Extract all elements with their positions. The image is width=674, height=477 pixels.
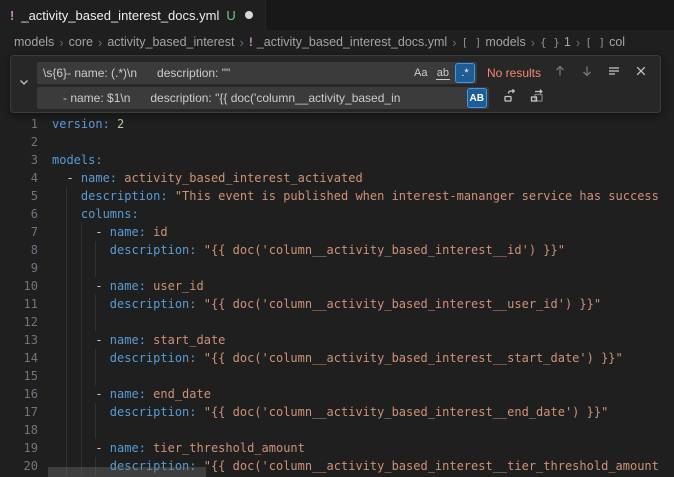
code-line[interactable]: 18 (0, 421, 674, 439)
line-number[interactable]: 13 (0, 331, 38, 349)
code-line[interactable]: 1version: 2 (0, 115, 674, 133)
breadcrumb-item[interactable]: core (69, 35, 93, 49)
breadcrumb-separator-icon: › (576, 35, 580, 50)
breadcrumb-separator-icon: › (452, 35, 456, 50)
breadcrumb-item[interactable]: [ ]models (462, 35, 526, 49)
code-line[interactable]: 13 - name: start_date (0, 331, 674, 349)
breadcrumb-separator-icon: › (98, 35, 102, 50)
code-line[interactable]: 4 - name: activity_based_interest_activa… (0, 169, 674, 187)
code-lines: 1version: 223models:4 - name: activity_b… (0, 115, 674, 475)
replace-button[interactable] (501, 89, 519, 107)
breadcrumb-item[interactable]: models (14, 35, 54, 49)
find-input-value: \s{6}- name: (.*)\n description: "" (43, 66, 407, 80)
breadcrumb-item[interactable]: activity_based_interest (107, 35, 234, 49)
code-line[interactable]: 12 (0, 313, 674, 331)
line-number[interactable]: 8 (0, 241, 38, 259)
arrow-down-icon (579, 63, 595, 84)
toggle-replace-button[interactable] (11, 56, 37, 112)
line-number[interactable]: 19 (0, 439, 38, 457)
replace-all-icon (529, 88, 545, 109)
match-case-button[interactable]: Aa (411, 63, 431, 83)
code-line[interactable]: 9 (0, 259, 674, 277)
symbol-array-icon: [ ] (585, 36, 605, 49)
yaml-file-icon: ! (10, 8, 14, 23)
breadcrumb: models › core › activity_based_interest › !_ac… (0, 30, 674, 54)
modified-dot-icon[interactable] (245, 11, 253, 19)
code-line[interactable]: 8 description: "{{ doc('column__activity… (0, 241, 674, 259)
close-icon (633, 63, 649, 84)
find-results-label: No results (487, 66, 541, 80)
breadcrumb-item[interactable]: [ ]col (585, 35, 625, 49)
replace-icon (502, 88, 518, 109)
arrow-up-icon (552, 63, 568, 84)
line-number[interactable]: 14 (0, 349, 38, 367)
line-number[interactable]: 7 (0, 223, 38, 241)
code-line[interactable]: 7 - name: id (0, 223, 674, 241)
find-next-button[interactable] (578, 64, 596, 82)
replace-all-button[interactable] (528, 89, 546, 107)
breadcrumb-item[interactable]: !_activity_based_interest_docs.yml (249, 35, 447, 49)
code-line[interactable]: 10 - name: user_id (0, 277, 674, 295)
editor: 1version: 223models:4 - name: activity_b… (0, 54, 674, 477)
line-number[interactable]: 11 (0, 295, 38, 313)
code-line[interactable]: 15 (0, 367, 674, 385)
code-line[interactable]: 19 - name: tier_threshold_amount (0, 439, 674, 457)
close-find-button[interactable] (632, 64, 650, 82)
code-line[interactable]: 14 description: "{{ doc('column__activit… (0, 349, 674, 367)
breadcrumb-separator-icon: › (531, 35, 535, 50)
replace-input[interactable]: - name: $1\n description: "{{ doc('colum… (37, 87, 489, 109)
tab-bar: ! _activity_based_interest_docs.yml U (0, 0, 674, 30)
line-number[interactable]: 9 (0, 259, 38, 277)
breadcrumb-item[interactable]: { }1 (540, 35, 571, 49)
chevron-down-icon (16, 74, 32, 95)
line-number[interactable]: 2 (0, 133, 38, 151)
tab-active[interactable]: ! _activity_based_interest_docs.yml U (0, 0, 266, 30)
line-number[interactable]: 5 (0, 187, 38, 205)
code-line[interactable]: 5 description: "This event is published … (0, 187, 674, 205)
selection-lines-icon (606, 63, 622, 84)
code-line[interactable]: 16 - name: end_date (0, 385, 674, 403)
line-number[interactable]: 4 (0, 169, 38, 187)
find-input[interactable]: \s{6}- name: (.*)\n description: "" Aa a… (37, 62, 477, 84)
line-number[interactable]: 12 (0, 313, 38, 331)
code-line[interactable]: 11 description: "{{ doc('column__activit… (0, 295, 674, 313)
whole-word-button[interactable]: ab (433, 63, 453, 83)
symbol-array-icon: [ ] (462, 36, 482, 49)
preserve-case-button[interactable]: AB (467, 88, 487, 108)
git-status-badge: U (226, 8, 235, 23)
code-line[interactable]: 17 description: "{{ doc('column__activit… (0, 403, 674, 421)
tab-title: _activity_based_interest_docs.yml (21, 8, 219, 23)
line-number[interactable]: 3 (0, 151, 38, 169)
line-number[interactable]: 6 (0, 205, 38, 223)
code-line[interactable]: 2 (0, 133, 674, 151)
line-number[interactable]: 15 (0, 367, 38, 385)
code-line[interactable]: 6 columns: (0, 205, 674, 223)
line-number[interactable]: 16 (0, 385, 38, 403)
breadcrumb-separator-icon: › (59, 35, 63, 50)
line-number[interactable]: 1 (0, 115, 38, 133)
find-widget: \s{6}- name: (.*)\n description: "" Aa a… (10, 55, 661, 113)
symbol-object-icon: { } (540, 36, 560, 49)
find-in-selection-button[interactable] (605, 64, 623, 82)
replace-input-value: - name: $1\n description: "{{ doc('colum… (43, 91, 463, 105)
line-number[interactable]: 20 (0, 457, 38, 475)
line-number[interactable]: 17 (0, 403, 38, 421)
breadcrumb-separator-icon: › (239, 35, 243, 50)
line-number[interactable]: 10 (0, 277, 38, 295)
yaml-file-icon: ! (249, 35, 253, 49)
code-line[interactable]: 3models: (0, 151, 674, 169)
horizontal-scrollbar[interactable] (48, 467, 206, 477)
regex-button[interactable]: .* (455, 63, 475, 83)
find-previous-button[interactable] (551, 64, 569, 82)
line-number[interactable]: 18 (0, 421, 38, 439)
